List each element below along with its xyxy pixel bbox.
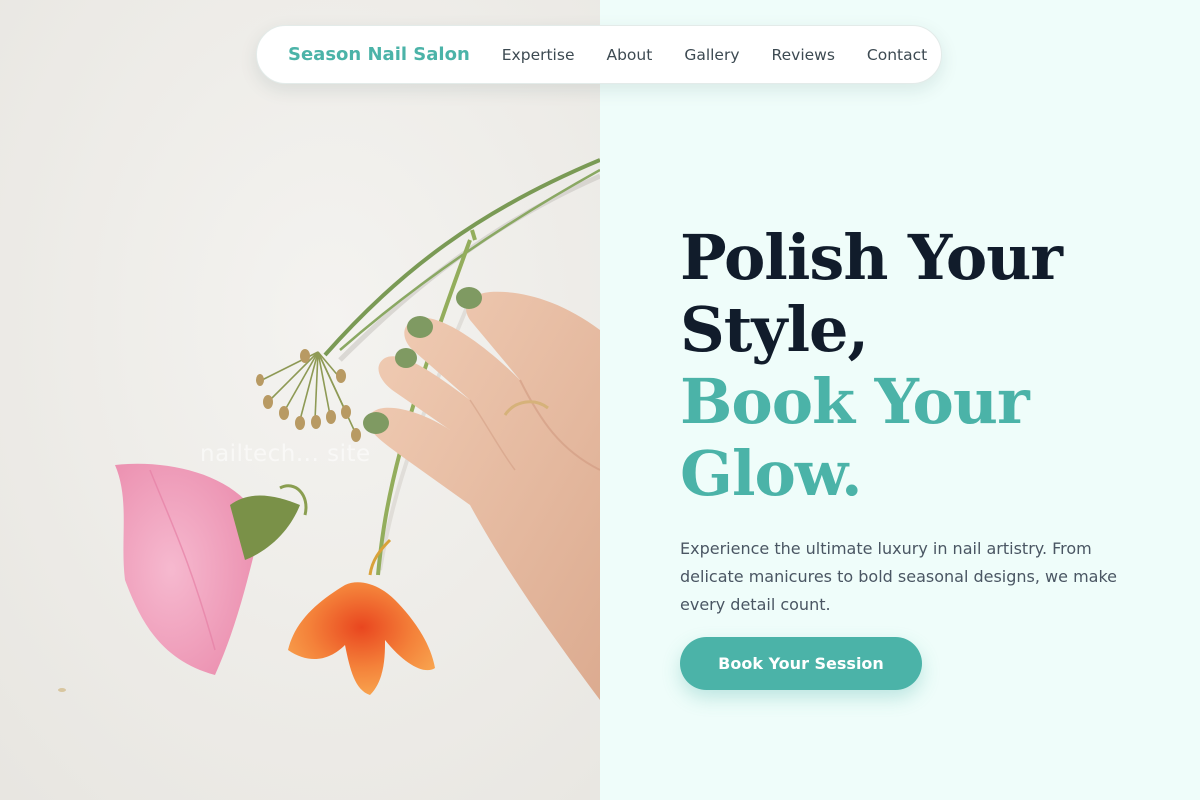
hero-description: Experience the ultimate luxury in nail a… <box>680 539 1117 614</box>
headline-line-1: Polish Your <box>680 221 1063 294</box>
brand-logo[interactable]: Season Nail Salon <box>288 44 470 65</box>
headline-line-2: Style, <box>680 293 869 366</box>
nav-link-gallery[interactable]: Gallery <box>684 46 739 64</box>
nav-link-about[interactable]: About <box>606 46 652 64</box>
book-session-button[interactable]: Book Your Session <box>680 637 922 690</box>
nav-link-contact[interactable]: Contact <box>867 46 927 64</box>
nav-link-reviews[interactable]: Reviews <box>772 46 835 64</box>
hero-illustration <box>0 0 600 800</box>
nav-link-expertise[interactable]: Expertise <box>502 46 575 64</box>
headline-line-3: Book Your <box>680 365 1030 438</box>
headline-line-4: Glow. <box>680 437 863 510</box>
image-watermark: nailtech... site <box>200 441 371 467</box>
hero-image: nailtech... site <box>0 0 600 800</box>
main-navbar: Season Nail Salon Expertise About Galler… <box>256 25 942 84</box>
hero-headline: Polish Your Style, Book Your Glow. <box>680 222 1150 510</box>
